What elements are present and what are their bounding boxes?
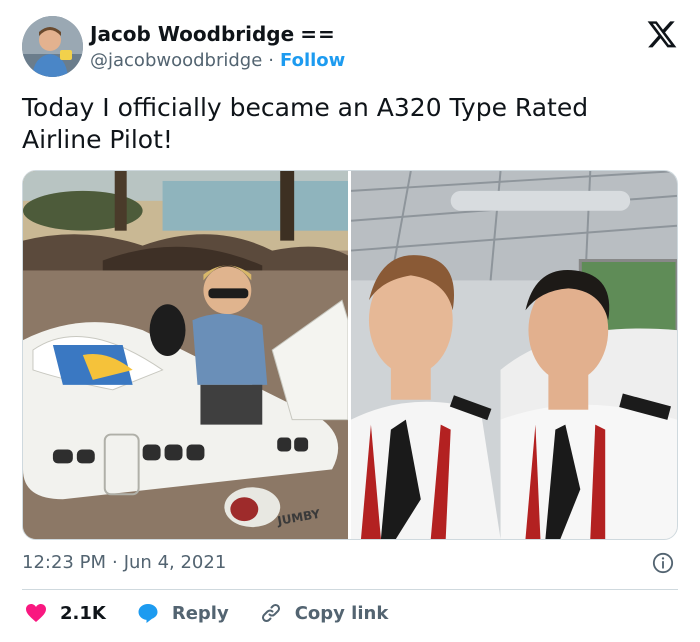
x-logo-icon[interactable] — [646, 18, 678, 50]
actions-divider — [22, 589, 678, 590]
author-handle-row: @jacobwoodbridge · Follow — [90, 50, 345, 71]
tweet-time: 12:23 PM — [22, 552, 106, 573]
avatar[interactable] — [22, 16, 83, 77]
likes-count: 2.1K — [60, 602, 106, 624]
tweet-date: Jun 4, 2021 — [123, 552, 227, 573]
tweet-header: Jacob Woodbridge == @jacobwoodbridge · F… — [22, 16, 680, 78]
tweet-timestamp[interactable]: 12:23 PM · Jun 4, 2021 — [22, 552, 226, 573]
tweet-text: Today I officially became an A320 Type R… — [22, 93, 589, 154]
follow-button[interactable]: Follow — [280, 50, 345, 71]
media-photo-left[interactable]: JUMBY — [23, 171, 348, 539]
info-icon[interactable] — [652, 552, 674, 574]
media-photo-right[interactable] — [351, 171, 677, 539]
reply-label: Reply — [171, 602, 229, 624]
link-icon — [261, 603, 280, 623]
author-badge: == — [300, 22, 336, 46]
reply-bubble-icon — [138, 604, 158, 623]
author-block: Jacob Woodbridge == @jacobwoodbridge · F… — [90, 22, 345, 71]
child-toy-plane-photo-icon: JUMBY — [23, 171, 348, 539]
like-action[interactable]: 2.1K — [24, 601, 106, 625]
heart-icon — [26, 604, 46, 622]
tweet-actions: 2.1K Reply Copy link — [24, 601, 418, 625]
author-name[interactable]: Jacob Woodbridge — [90, 22, 294, 46]
reply-action[interactable]: Reply — [136, 601, 229, 625]
pilots-selfie-photo-icon — [351, 171, 677, 539]
author-name-row: Jacob Woodbridge == — [90, 22, 345, 46]
timestamp-separator: · — [111, 552, 118, 573]
avatar-photo-icon — [22, 16, 83, 77]
tweet-media[interactable]: JUMBY — [22, 170, 678, 540]
author-handle[interactable]: @jacobwoodbridge — [90, 50, 262, 71]
copy-link-label: Copy link — [294, 602, 389, 624]
handle-separator: · — [268, 50, 275, 71]
copy-link-action[interactable]: Copy link — [259, 601, 389, 625]
